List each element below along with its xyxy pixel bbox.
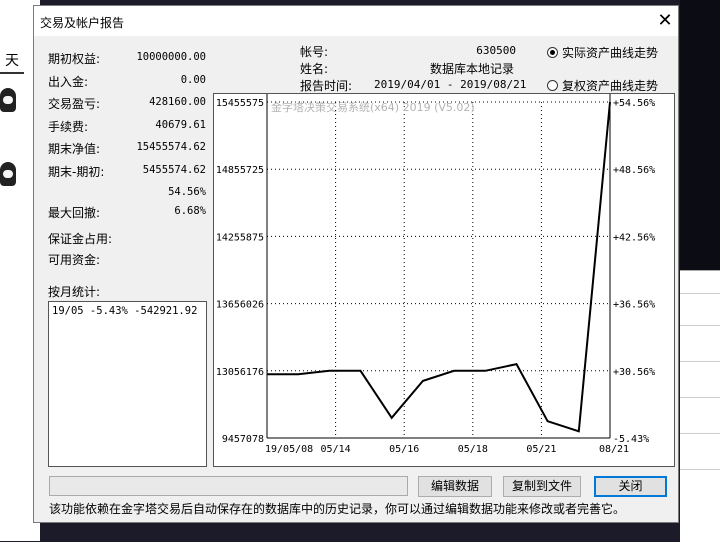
stat-label-initial-equity: 期初权益: <box>48 52 101 66</box>
y-tick-label-left: 14855725 <box>216 165 264 176</box>
footnote-text: 该功能依赖在金字塔交易后自动保存在的数据库中的历史记录，你可以通过编辑数据功能来… <box>49 502 626 516</box>
stat-value-max-drawdown: 6.68% <box>174 205 206 217</box>
y-tick-label-right: +54.56% <box>613 98 655 109</box>
penguin-icon <box>0 162 16 186</box>
stat-value-change: 5455574.62 <box>142 164 206 176</box>
report-dialog: 交易及帐户报告 ✕ 期初权益: 10000000.00 出入金: 0.00 交易… <box>33 5 679 523</box>
x-tick-label: 05/14 <box>321 444 351 455</box>
y-tick-label-left: 15455575 <box>216 98 264 109</box>
report-time-label: 报告时间: <box>300 79 353 93</box>
report-time-value: 2019/04/01 - 2019/08/21 <box>374 78 527 91</box>
status-input[interactable] <box>49 476 408 496</box>
stat-label-fees: 手续费: <box>48 120 89 134</box>
x-tick-label: 08/21 <box>599 444 629 455</box>
y-tick-label-left: 9457078 <box>222 434 264 445</box>
stat-label-max-drawdown: 最大回撤: <box>48 206 101 220</box>
y-tick-label-right: +42.56% <box>613 232 655 243</box>
equity-chart-svg: 金字塔决策交易系统(x64) 2019 (V5.02) 15455575 14855… <box>216 94 655 455</box>
stat-value-final-equity: 15455574.62 <box>136 141 206 153</box>
edit-data-button[interactable]: 编辑数据 <box>418 476 492 497</box>
stat-label-margin: 保证金占用: <box>48 232 113 246</box>
y-tick-label-left: 14255875 <box>216 232 264 243</box>
stat-label-trade-pnl: 交易盈亏: <box>48 97 101 111</box>
background-panel <box>680 270 720 542</box>
title-bar: 交易及帐户报告 ✕ <box>34 6 678 36</box>
y-tick-label-left: 13656026 <box>216 300 264 311</box>
stat-label-deposit: 出入金: <box>48 75 89 89</box>
x-tick-label: 19/05/08 <box>265 444 313 455</box>
equity-chart: 金字塔决策交易系统(x64) 2019 (V5.02) 15455575 14855… <box>213 93 675 467</box>
equity-series-line <box>267 101 611 433</box>
account-value: 630500 <box>476 44 516 57</box>
y-tick-label-right: +36.56% <box>613 300 655 311</box>
radio-unchecked-icon <box>547 80 558 91</box>
close-button[interactable]: 关闭 <box>594 476 667 497</box>
radio-adjusted-curve[interactable]: 复权资产曲线走势 <box>547 77 658 94</box>
background-app-right <box>680 0 720 542</box>
chart-title: 金字塔决策交易系统(x64) 2019 (V5.02) <box>271 100 475 114</box>
stat-value-trade-pnl: 428160.00 <box>149 96 206 108</box>
y-tick-label-left: 13056176 <box>216 367 264 378</box>
stat-value-deposit: 0.00 <box>180 74 206 86</box>
x-tick-label: 05/16 <box>389 444 419 455</box>
list-item: 19/05 -5.43% -542921.92 <box>52 305 198 317</box>
monthly-stats-label: 按月统计: <box>48 285 101 299</box>
monthly-stats-list[interactable]: 19/05 -5.43% -542921.92 <box>48 301 207 467</box>
stat-label-final-equity: 期末净值: <box>48 142 101 156</box>
dialog-title: 交易及帐户报告 <box>40 16 125 30</box>
stat-label-available-funds: 可用资金: <box>48 253 101 267</box>
stat-value-fees: 40679.61 <box>155 119 206 131</box>
x-tick-label: 05/18 <box>458 444 488 455</box>
name-label: 姓名: <box>300 62 329 76</box>
account-label: 帐号: <box>300 45 329 59</box>
x-tick-label: 05/21 <box>526 444 556 455</box>
y-tick-label-right: +48.56% <box>613 165 655 176</box>
radio-actual-curve[interactable]: 实际资产曲线走势 <box>547 44 658 61</box>
radio-actual-curve-label: 实际资产曲线走势 <box>562 46 659 60</box>
copy-to-file-button[interactable]: 复制到文件 <box>503 476 581 497</box>
close-icon[interactable]: ✕ <box>654 10 676 32</box>
name-value: 数据库本地记录 <box>430 62 515 76</box>
radio-checked-icon <box>547 47 558 58</box>
penguin-icon <box>0 88 16 112</box>
background-tab: 天 <box>0 50 24 74</box>
stat-value-initial-equity: 10000000.00 <box>136 51 206 63</box>
y-tick-label-right: +30.56% <box>613 367 655 378</box>
stat-value-return: 54.56% <box>168 186 206 198</box>
radio-adjusted-curve-label: 复权资产曲线走势 <box>562 79 659 93</box>
